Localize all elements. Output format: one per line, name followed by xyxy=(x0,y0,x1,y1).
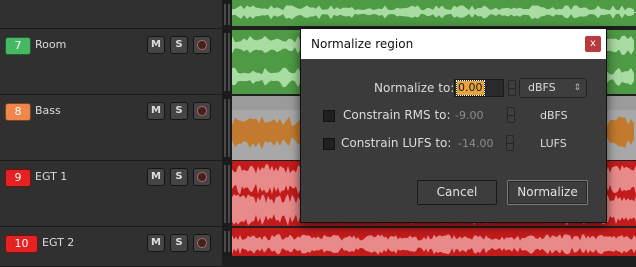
solo-button[interactable]: S xyxy=(170,36,188,54)
normalize-to-spinbox[interactable]: 0.00 xyxy=(454,79,516,97)
normalize-region-dialog: Normalize region x Normalize to: 0.00 dB… xyxy=(300,28,607,223)
normalize-to-label: Normalize to: xyxy=(374,81,455,95)
solo-button[interactable]: S xyxy=(170,168,188,186)
record-arm-button[interactable] xyxy=(193,234,211,252)
dialog-title: Normalize region xyxy=(311,37,414,51)
dialog-titlebar[interactable]: Normalize region x xyxy=(301,29,606,59)
level-meter xyxy=(222,95,232,161)
close-icon[interactable]: x xyxy=(585,36,601,52)
track-number-badge: 9 xyxy=(5,169,31,187)
track-name[interactable]: EGT 1 xyxy=(35,169,67,185)
level-meter xyxy=(222,227,232,256)
constrain-lufs-checkbox[interactable] xyxy=(323,138,335,150)
audio-region-room-previous[interactable] xyxy=(232,0,636,26)
constrain-rms-label: Constrain RMS to: xyxy=(343,108,451,122)
track-name[interactable]: EGT 2 xyxy=(42,235,74,251)
track-header-egt2[interactable]: 10 EGT 2 M S xyxy=(0,227,222,267)
cancel-button-label: Cancel xyxy=(436,185,478,199)
mute-button[interactable]: M xyxy=(147,102,165,120)
track-number-badge: 10 xyxy=(5,235,38,253)
spin-arrows-icon[interactable] xyxy=(506,135,514,151)
level-meter xyxy=(222,161,232,227)
track-header-egt1[interactable]: 9 EGT 1 M S xyxy=(0,161,222,227)
constrain-rms-value: -9.00 xyxy=(455,109,484,122)
spin-arrows-icon[interactable] xyxy=(507,107,515,123)
track-number-badge: 7 xyxy=(5,37,31,55)
record-arm-button[interactable] xyxy=(193,168,211,186)
constrain-lufs-unit: LUFS xyxy=(540,137,567,150)
normalize-unit-value: dBFS xyxy=(528,81,556,94)
audio-region-egt2[interactable] xyxy=(232,228,636,256)
constrain-rms-unit: dBFS xyxy=(540,109,568,122)
normalize-button-label: Normalize xyxy=(517,185,578,199)
mute-button[interactable]: M xyxy=(147,234,165,252)
level-meter xyxy=(222,0,232,29)
track-number-badge: 8 xyxy=(5,103,31,121)
constrain-lufs-spinbox[interactable]: -14.00 xyxy=(458,135,518,153)
waveform-shape xyxy=(232,5,634,20)
chevron-updown-icon: ⇕ xyxy=(573,83,581,93)
constrain-lufs-label: Constrain LUFS to: xyxy=(341,136,452,150)
track-header-partial[interactable] xyxy=(0,0,222,29)
cancel-button[interactable]: Cancel xyxy=(417,180,497,205)
normalize-to-value: 0.00 xyxy=(456,80,485,96)
record-arm-button[interactable] xyxy=(193,102,211,120)
track-name[interactable]: Room xyxy=(35,37,66,53)
level-meter xyxy=(222,29,232,95)
record-arm-button[interactable] xyxy=(193,36,211,54)
record-icon xyxy=(197,40,207,50)
normalize-button[interactable]: Normalize xyxy=(507,180,588,205)
waveform xyxy=(232,5,636,20)
constrain-rms-spinbox[interactable]: -9.00 xyxy=(455,107,515,125)
solo-button[interactable]: S xyxy=(170,234,188,252)
normalize-unit-select[interactable]: dBFS ⇕ xyxy=(519,78,587,98)
waveform xyxy=(232,234,636,255)
track-headers: 7 Room M S 8 Bass M S 9 EGT 1 M S 10 EGT… xyxy=(0,0,232,267)
waveform-shape xyxy=(232,234,636,255)
record-icon xyxy=(197,106,207,116)
mute-button[interactable]: M xyxy=(147,36,165,54)
track-header-room[interactable]: 7 Room M S xyxy=(0,29,222,95)
track-header-bass[interactable]: 8 Bass M S xyxy=(0,95,222,161)
mute-button[interactable]: M xyxy=(147,168,165,186)
track-name[interactable]: Bass xyxy=(35,103,61,119)
record-icon xyxy=(197,238,207,248)
constrain-rms-checkbox[interactable] xyxy=(323,110,335,122)
normalize-to-field[interactable]: 0.00 xyxy=(454,79,504,97)
spin-arrows-icon[interactable] xyxy=(508,80,516,96)
solo-button[interactable]: S xyxy=(170,102,188,120)
record-icon xyxy=(197,172,207,182)
constrain-lufs-value: -14.00 xyxy=(458,137,494,150)
